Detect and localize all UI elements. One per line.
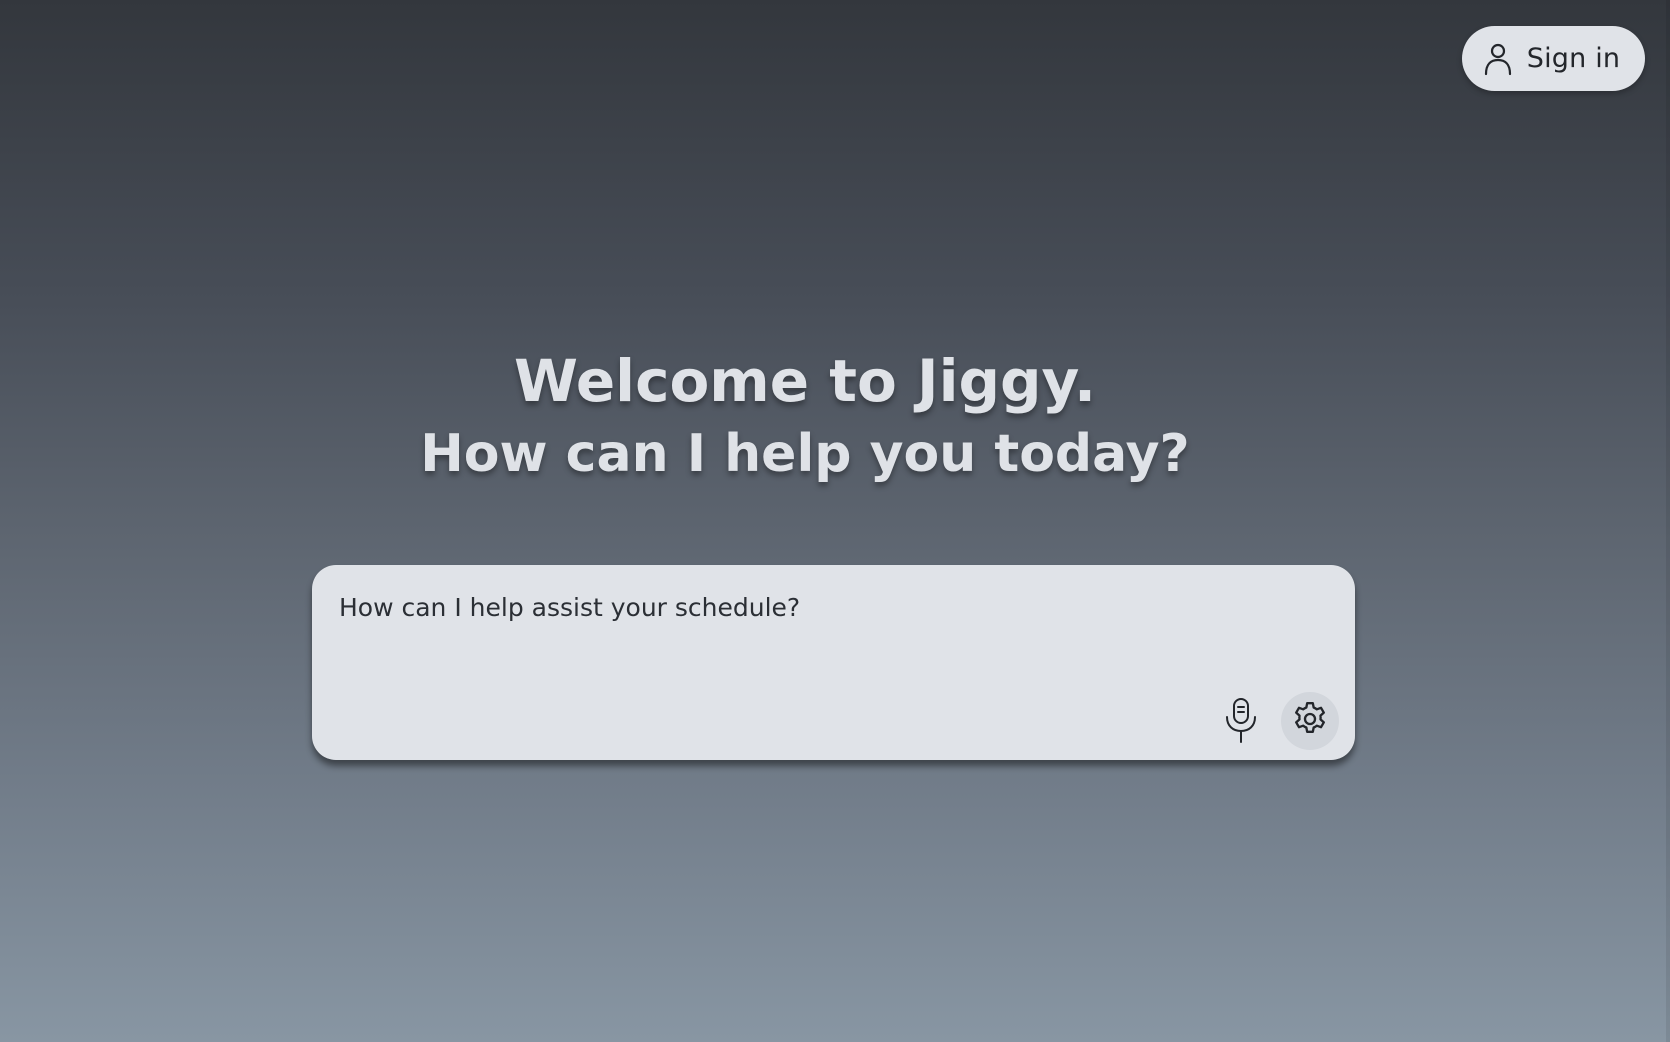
user-icon <box>1483 42 1513 76</box>
prompt-input[interactable] <box>339 593 1319 683</box>
microphone-button[interactable] <box>1220 695 1262 749</box>
settings-button[interactable] <box>1281 692 1339 750</box>
welcome-title: Welcome to Jiggy. <box>513 347 1097 415</box>
sign-in-button[interactable]: Sign in <box>1462 26 1645 91</box>
window-edge <box>1666 0 1670 1042</box>
app-page: Sign in Welcome to Jiggy. How can I help… <box>0 0 1670 1042</box>
gear-icon <box>1290 699 1330 743</box>
sign-in-label: Sign in <box>1526 43 1621 74</box>
prompt-composer <box>312 565 1355 760</box>
microphone-icon <box>1223 696 1259 748</box>
help-subtitle: How can I help you today? <box>420 424 1190 484</box>
